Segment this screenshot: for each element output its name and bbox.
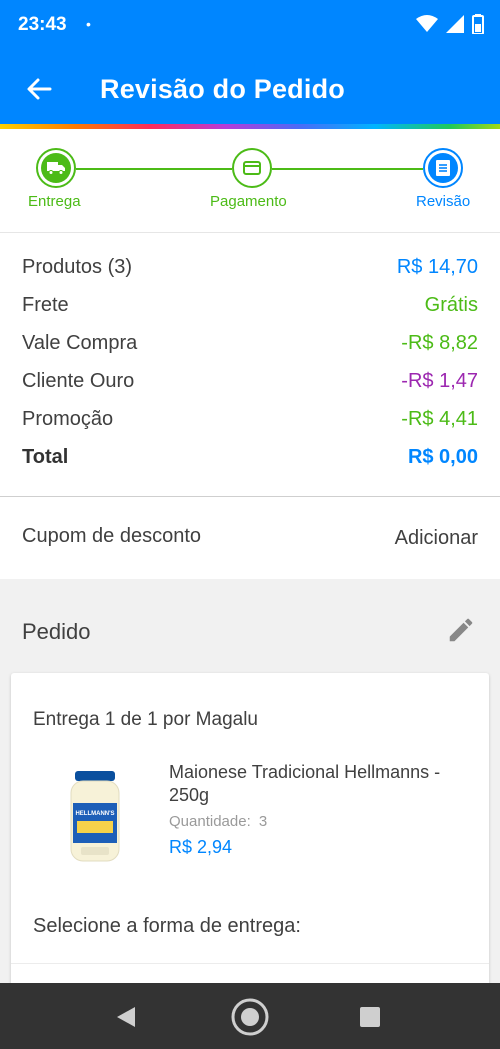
status-icons <box>416 14 484 34</box>
truck-icon <box>47 162 65 175</box>
nav-recents-button[interactable] <box>350 997 390 1037</box>
back-arrow-icon[interactable] <box>22 72 56 106</box>
order-section: Pedido Entrega 1 de 1 por Magalu HELLMAN… <box>0 579 500 993</box>
product-quantity: Quantidade: 3 <box>169 813 267 830</box>
summary-row-gold-client: Cliente Ouro -R$ 1,47 <box>22 366 478 396</box>
delivery-option-label: Selecione a forma de entrega: <box>33 915 301 937</box>
summary-row-voucher: Vale Compra -R$ 8,82 <box>22 328 478 358</box>
status-time: 23:43 <box>18 14 67 35</box>
summary-label: Frete <box>22 294 69 316</box>
summary-row-total: Total R$ 0,00 <box>22 442 478 472</box>
shipment-title: Entrega 1 de 1 por Magalu <box>33 709 258 730</box>
step-review[interactable] <box>423 148 463 188</box>
summary-value: R$ 0,00 <box>407 446 478 468</box>
step-label-delivery: Entrega <box>28 193 81 210</box>
card-divider <box>11 963 489 964</box>
nav-home-button[interactable] <box>230 997 270 1037</box>
step-payment[interactable] <box>232 148 272 188</box>
triangle-back-icon <box>117 1007 135 1027</box>
step-label-review: Revisão <box>416 193 471 210</box>
system-nav-bar <box>0 983 500 1049</box>
signal-icon <box>446 15 464 33</box>
summary-value: Grátis <box>424 294 478 316</box>
summary-row-products: Produtos (3) R$ 14,70 <box>22 252 478 282</box>
notification-dot: • <box>86 16 91 32</box>
step-delivery[interactable] <box>36 148 76 188</box>
coupon-label: Cupom de desconto <box>22 525 202 547</box>
step-connector <box>272 168 423 170</box>
battery-icon <box>472 14 484 34</box>
summary-value: R$ 14,70 <box>396 256 478 278</box>
product-brand-text: HELLMANN'S <box>75 811 114 817</box>
status-bar: 23:43 • <box>0 0 500 50</box>
list-icon <box>436 160 450 176</box>
checkout-stepper: Entrega Pagamento Revisão <box>0 129 500 233</box>
coupon-row[interactable]: Cupom de desconto Adicionar <box>0 497 500 579</box>
summary-label: Produtos (3) <box>22 256 133 278</box>
edit-pencil-icon[interactable] <box>446 615 476 645</box>
summary-row-shipping: Frete Grátis <box>22 290 478 320</box>
step-connector <box>76 168 232 170</box>
order-title: Pedido <box>22 619 91 644</box>
summary-value: -R$ 1,47 <box>401 370 478 392</box>
summary-label: Promoção <box>22 408 114 430</box>
nav-back-button[interactable] <box>106 997 146 1037</box>
quantity-label: Quantidade: <box>169 813 251 830</box>
summary-row-promotion: Promoção -R$ 4,41 <box>22 404 478 434</box>
product-image: HELLMANN'S <box>70 771 120 862</box>
summary-value: -R$ 4,41 <box>401 408 478 430</box>
summary-label: Vale Compra <box>22 332 138 354</box>
card-icon <box>243 161 261 175</box>
page-title: Revisão do Pedido <box>100 74 345 104</box>
summary-value: -R$ 8,82 <box>401 332 478 354</box>
summary-label: Cliente Ouro <box>22 370 135 392</box>
step-label-payment: Pagamento <box>210 193 287 210</box>
shipment-card: Entrega 1 de 1 por Magalu HELLMANN'S Mai… <box>11 673 489 993</box>
product-price: R$ 2,94 <box>169 837 233 857</box>
app-bar: Revisão do Pedido <box>0 50 500 124</box>
wifi-icon <box>416 15 438 32</box>
square-recents-icon <box>360 1007 380 1027</box>
product-name: Maionese Tradicional Hellmanns - 250g <box>169 762 441 805</box>
circle-home-icon <box>231 998 269 1036</box>
quantity-value: 3 <box>258 813 268 830</box>
summary-label: Total <box>22 446 69 468</box>
add-coupon-button[interactable]: Adicionar <box>395 527 478 550</box>
